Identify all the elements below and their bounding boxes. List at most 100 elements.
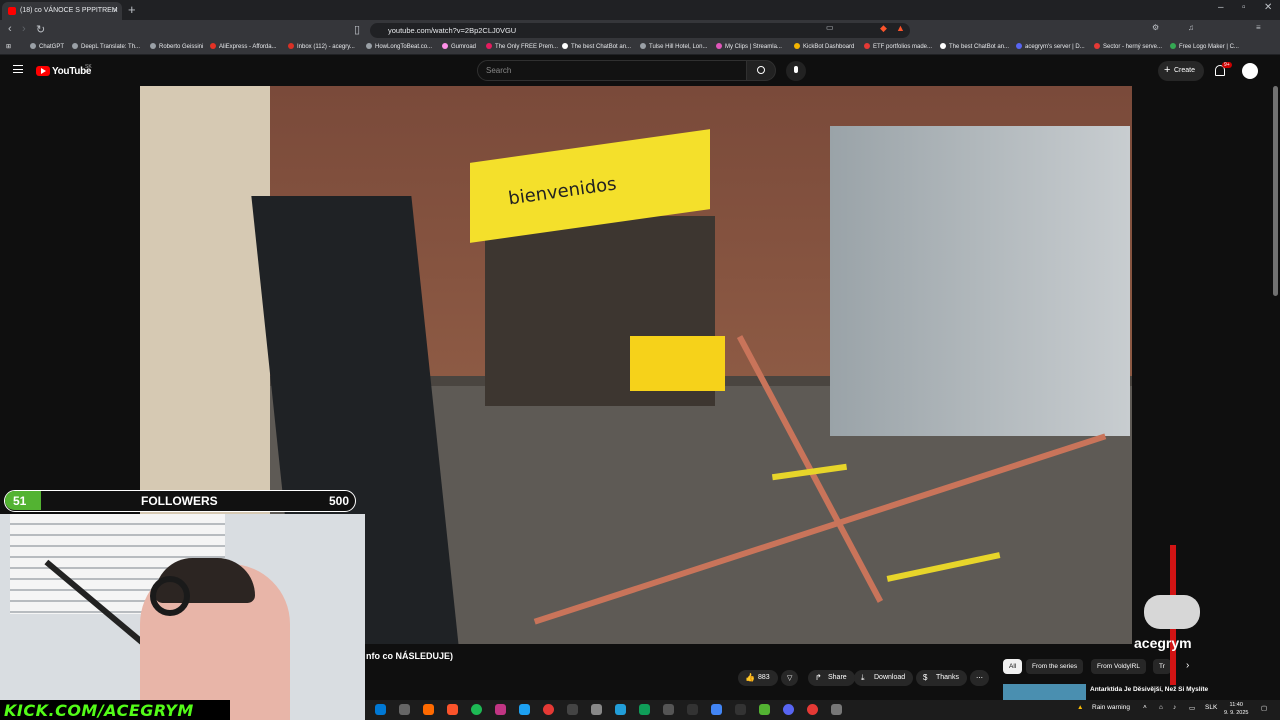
taskbar-app-icon[interactable] — [567, 704, 578, 715]
taskbar-app-icon[interactable] — [423, 704, 434, 715]
create-button[interactable]: + Create — [1158, 61, 1204, 81]
warning-icon: ▲ — [1077, 704, 1084, 711]
tray-expand-icon[interactable]: ˄ — [1143, 704, 1147, 711]
instagram-icon[interactable] — [495, 704, 506, 715]
bookmark-icon[interactable]: ▯ — [354, 23, 360, 36]
recommended-video-thumbnail[interactable] — [1003, 684, 1086, 700]
hamburger-menu-icon[interactable] — [13, 65, 23, 73]
close-window-icon[interactable]: ✕ — [1264, 2, 1272, 13]
taskbar-app-icon[interactable] — [759, 704, 770, 715]
bookmark-item[interactable]: Free Logo Maker | C... — [1170, 43, 1239, 50]
brave-shield-icon[interactable]: ◆ — [880, 23, 887, 34]
taskbar-app-icon[interactable] — [399, 704, 410, 715]
bookmark-item[interactable]: My Clips | Streamla... — [716, 43, 782, 50]
taskbar-clock[interactable]: 11:40 9. 9. 2025 — [1224, 701, 1248, 717]
bookmark-item[interactable]: The Only FREE Prem... — [486, 43, 558, 50]
page-scrollbar[interactable] — [1273, 86, 1278, 296]
bookmark-item[interactable]: KickBot Dashboard — [794, 43, 854, 50]
video-frame-glass-doors — [830, 126, 1130, 436]
search-input[interactable]: Search — [477, 60, 747, 81]
spotify-icon[interactable] — [471, 704, 482, 715]
bookmark-item[interactable]: Inbox (112) - acegry... — [288, 43, 355, 50]
bookmark-item[interactable]: Tulse Hill Hotel, Lon... — [640, 43, 707, 50]
notification-center-icon[interactable]: ▢ — [1261, 704, 1267, 712]
new-tab-icon[interactable]: + — [128, 2, 136, 17]
weather-text[interactable]: Rain warning — [1092, 704, 1130, 711]
taskbar-app-icon[interactable] — [735, 704, 746, 715]
apps-icon[interactable]: ⊞ — [6, 43, 11, 50]
bookmark-item[interactable]: ChatGPT — [30, 43, 64, 50]
like-button[interactable]: 👍 883 — [738, 670, 778, 686]
followers-goal-bar: 51 FOLLOWERS 500 — [4, 490, 356, 512]
taskbar-app-icon[interactable] — [687, 704, 698, 715]
thanks-label: Thanks — [936, 674, 959, 681]
download-icon: ⤓ — [861, 673, 865, 682]
back-icon[interactable]: ‹ — [8, 23, 12, 35]
like-count: 883 — [758, 674, 770, 681]
browser-tab-youtube[interactable]: (18) co VÁNOCE S PPPITREM × — [2, 2, 122, 20]
telegram-icon[interactable] — [615, 704, 626, 715]
volume-icon[interactable]: ♪ — [1173, 704, 1176, 711]
windows-taskbar: ▲ Rain warning ˄ ⌂ ♪ ▭ SLK ▢ — [365, 700, 1280, 720]
maximize-icon[interactable]: ▫ — [1242, 2, 1246, 13]
more-icon: ⋯ — [976, 675, 983, 682]
cast-icon[interactable]: ▭ — [826, 23, 834, 32]
taskbar-app-icon[interactable] — [807, 704, 818, 715]
bookmark-item[interactable]: The best ChatBot an... — [562, 43, 631, 50]
bookmark-item[interactable]: HowLongToBeat.co... — [366, 43, 432, 50]
browser-menu-icon[interactable]: ≡ — [1256, 23, 1261, 32]
discord-icon[interactable] — [783, 704, 794, 715]
battery-icon[interactable]: ▭ — [1189, 704, 1195, 712]
obs-icon[interactable] — [543, 704, 554, 715]
clock-date: 9. 9. 2025 — [1224, 710, 1249, 716]
bookmark-item[interactable]: DeepL Translate: Th... — [72, 43, 140, 50]
bookmark-item[interactable]: The best ChatBot an... — [940, 43, 1009, 50]
avatar[interactable] — [1242, 63, 1258, 79]
thanks-button[interactable]: $ Thanks — [916, 670, 967, 686]
taskbar-app-icon[interactable] — [591, 704, 602, 715]
forward-icon[interactable]: › — [22, 23, 26, 35]
kick-channel-banner: KICK.COM/ACEGRYM — [0, 700, 230, 720]
webcam-headset — [150, 576, 190, 616]
browser-toolbar: ‹ › ↻ ▯ youtube.com/watch?v=2Bp2CLJ0VGU … — [0, 20, 1280, 40]
notification-count-badge: 9+ — [1222, 62, 1232, 68]
search-button[interactable] — [746, 60, 776, 81]
language-indicator[interactable]: SLK — [1205, 704, 1217, 711]
taskbar-app-icon[interactable] — [639, 704, 650, 715]
more-actions-button[interactable]: ⋯ — [970, 670, 989, 686]
chip-trending[interactable]: Tr — [1153, 659, 1171, 674]
chip-all[interactable]: All — [1003, 659, 1023, 674]
extensions-icon[interactable]: ⚙ — [1152, 23, 1159, 32]
brave-browser-icon[interactable] — [447, 704, 458, 715]
plus-icon: + — [1164, 64, 1171, 76]
share-button[interactable]: ↱ Share — [808, 670, 855, 686]
bookmark-item[interactable]: Sector - herný serve... — [1094, 43, 1162, 50]
recommended-video-title[interactable]: Antarktida Je Děsivější, Než Si Myslíte — [1090, 686, 1208, 693]
chip-from-series[interactable]: From the series — [1026, 659, 1084, 674]
network-icon[interactable]: ⌂ — [1159, 704, 1163, 711]
taskbar-app-icon[interactable] — [375, 704, 386, 715]
bookmark-item[interactable]: acegrym's server | D... — [1016, 43, 1085, 50]
bookmark-item[interactable]: ETF portfolios made... — [864, 43, 932, 50]
dislike-button[interactable]: ▽ — [781, 670, 799, 686]
media-icon[interactable]: ♫ — [1188, 23, 1194, 32]
youtube-logo-icon[interactable] — [36, 66, 50, 76]
taskbar-app-icon[interactable] — [663, 704, 674, 715]
chips-next-icon[interactable]: › — [1186, 660, 1189, 671]
search-placeholder: Search — [486, 66, 512, 75]
taskbar-app-icon[interactable] — [711, 704, 722, 715]
bookmark-item[interactable]: Roberto Geissini — [150, 43, 203, 50]
download-button[interactable]: ⤓ Download — [854, 670, 914, 686]
reload-icon[interactable]: ↻ — [36, 23, 45, 36]
taskbar-app-icon[interactable] — [831, 704, 842, 715]
minimize-icon[interactable]: – — [1218, 2, 1224, 13]
chip-from-channel[interactable]: From VoldyIRL — [1091, 659, 1146, 674]
brave-rewards-icon[interactable]: ▲ — [896, 23, 905, 33]
twitter-icon[interactable] — [519, 704, 530, 715]
close-tab-icon[interactable]: × — [113, 5, 118, 15]
thumbs-down-icon: ▽ — [787, 675, 793, 682]
bookmark-item[interactable]: Gumroad — [442, 43, 476, 50]
voice-search-icon[interactable] — [786, 61, 806, 81]
bookmark-item[interactable]: AliExpress - Afforda... — [210, 43, 277, 50]
followers-goal: 500 — [328, 494, 349, 508]
